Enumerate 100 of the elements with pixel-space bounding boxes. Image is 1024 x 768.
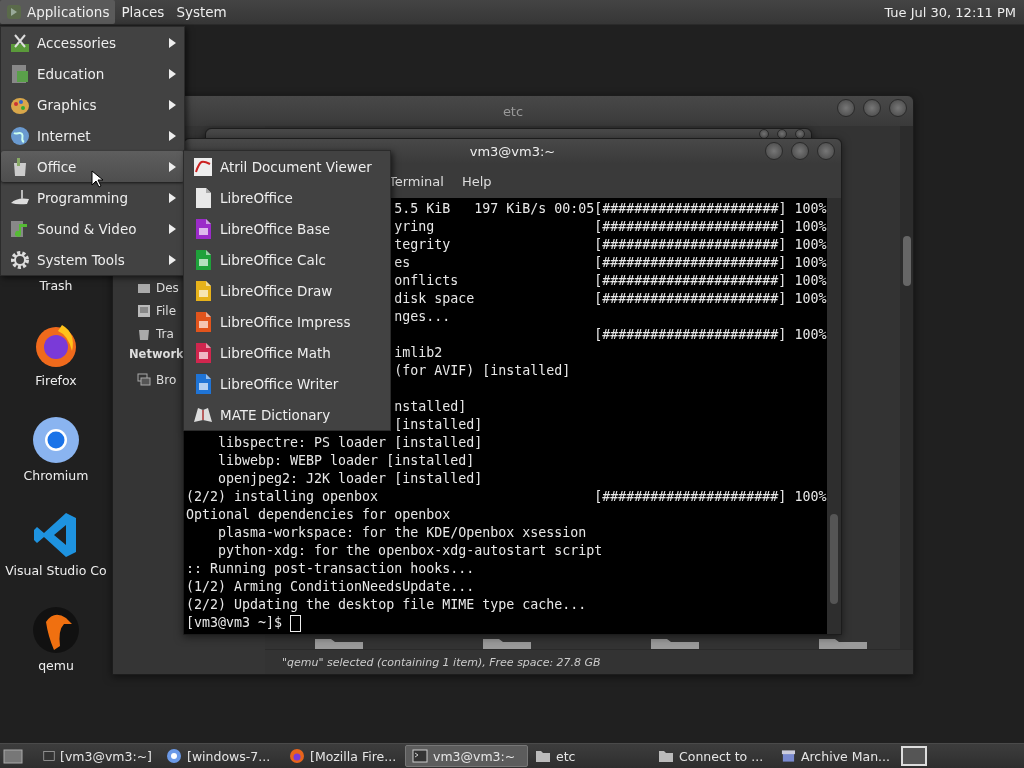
folder-icon [819, 637, 867, 649]
archive-icon [781, 748, 796, 764]
sidebar-item[interactable]: Des [137, 278, 179, 297]
menu-item[interactable]: Terminal [389, 173, 444, 189]
menu-item[interactable]: Help [461, 173, 492, 189]
desktop-icon-label[interactable]: Visual Studio Co [5, 563, 107, 606]
clock[interactable]: Tue Jul 30, 12:11 PM [876, 4, 1024, 20]
folder-icon [658, 748, 674, 764]
submenu-arrow-icon [169, 99, 176, 110]
terminal-line: :: Running post-transaction hooks... [186, 561, 475, 576]
terminal-line: (for AVIF) [installed] [394, 363, 571, 378]
menu-item[interactable]: Programming [1, 182, 184, 213]
menu-item[interactable]: LibreOffice Base [184, 213, 390, 244]
drive-icon [137, 303, 151, 318]
terminal-line: onflicts [394, 273, 459, 288]
menu-item[interactable]: Education [1, 58, 184, 89]
show-desktop-icon [2, 747, 24, 765]
terminal-line: nstalled] [394, 399, 467, 414]
folder-icon [315, 637, 363, 649]
sidebar-item[interactable]: Tra [137, 324, 174, 343]
menu-item[interactable]: MATE Dictionary [184, 399, 390, 430]
terminal-line: (1/2) Arming ConditionNeedsUpdate... [186, 579, 475, 594]
terminal-line: libspectre: PS loader [installed] [218, 435, 483, 450]
text-cursor [290, 614, 302, 632]
window-button[interactable] [863, 99, 881, 117]
submenu-arrow-icon [169, 254, 176, 265]
terminal-line: 5.5 KiB 197 KiB/s 00:05 [394, 201, 595, 216]
folder-icon [651, 637, 699, 649]
progress-text: [######################] 100% [594, 236, 827, 254]
menu-item[interactable]: Office [1, 151, 184, 182]
sidebar-heading: Network [129, 347, 184, 363]
progress-text: [######################] 100% [594, 272, 827, 290]
terminal-line: openjpeg2: J2K loader [installed] [218, 471, 483, 486]
window-title: etc [502, 103, 524, 119]
menu-item[interactable]: System Tools [1, 244, 184, 275]
taskbar-button[interactable]: [windows-7... [159, 745, 282, 767]
terminal-line: [installed] [394, 417, 483, 432]
terminal-line: nges... [394, 309, 451, 324]
taskbar-button[interactable]: Connect to ... [651, 745, 774, 767]
window-button[interactable] [889, 99, 907, 117]
desktop-icon-label[interactable]: Trash [39, 278, 73, 321]
desktop-icon-label[interactable]: qemu [38, 658, 74, 701]
progress-text: [######################] 100% [594, 488, 827, 506]
panel-menu[interactable]: Places [115, 0, 171, 24]
window-button[interactable] [765, 142, 783, 160]
desktop-icon-label[interactable]: Chromium [23, 468, 89, 511]
window-button[interactable] [817, 142, 835, 160]
window-button[interactable] [791, 142, 809, 160]
terminal-line: Optional dependencies for openbox [186, 507, 451, 522]
progress-text: [######################] 100% [594, 254, 827, 272]
gear-icon [9, 248, 31, 271]
progress-text: [######################] 100% [594, 218, 827, 236]
menu-item[interactable]: Graphics [1, 89, 184, 120]
taskbar-button[interactable]: Archive Man... [774, 745, 897, 767]
workspace-switcher[interactable] [901, 746, 927, 766]
submenu-arrow-icon [169, 223, 176, 234]
menu-item[interactable]: Sound & Video [1, 213, 184, 244]
browser-icon [289, 748, 305, 764]
menu-item[interactable]: Internet [1, 120, 184, 151]
window-title: vm3@vm3:~ [469, 144, 556, 159]
menu-item[interactable]: LibreOffice Math [184, 337, 390, 368]
progress-text: [######################] 100% [594, 326, 827, 344]
terminal-line: yring [394, 219, 435, 234]
menu-item[interactable]: LibreOffice Calc [184, 244, 390, 275]
folder-icon [535, 748, 551, 764]
menu-item[interactable]: LibreOffice Draw [184, 275, 390, 306]
menu-item[interactable]: Atril Document Viewer [184, 151, 390, 182]
mouse-cursor-icon [91, 170, 103, 188]
sidebar-item[interactable]: Bro [137, 370, 177, 389]
taskbar-button[interactable]: vm3@vm3:~ [405, 745, 528, 767]
document-icon [192, 155, 214, 178]
submenu-arrow-icon [169, 37, 176, 48]
terminal-line: imlib2 [394, 345, 443, 360]
panel-menu[interactable]: System [170, 0, 233, 24]
progress-text: [######################] 100% [594, 200, 827, 218]
terminal-line: plasma-workspace: for the KDE/Openbox xsession [218, 525, 587, 540]
menu-item[interactable]: LibreOffice Impress [184, 306, 390, 337]
browser-icon [166, 748, 182, 764]
window-button[interactable] [837, 99, 855, 117]
menu-item[interactable]: LibreOffice Writer [184, 368, 390, 399]
menu-item[interactable]: LibreOffice [184, 182, 390, 213]
terminal-line: python-xdg: for the openbox-xdg-autostart script [218, 543, 603, 558]
terminal-line: (2/2) installing openbox [186, 489, 379, 504]
sidebar-item[interactable]: File [137, 301, 177, 320]
bird-icon [32, 606, 80, 654]
desktop-icon-label[interactable]: Firefox [35, 373, 77, 416]
menu-item[interactable]: Accessories [1, 27, 184, 58]
submenu-arrow-icon [169, 161, 176, 172]
terminal-icon [43, 748, 55, 764]
panel-menu[interactable]: Applications [0, 0, 116, 24]
taskbar-button[interactable]: etc [528, 745, 651, 767]
taskbar-button[interactable]: [Mozilla Fire... [282, 745, 405, 767]
taskbar-button[interactable]: [vm3@vm3:~] [36, 745, 159, 767]
education-icon [9, 62, 31, 85]
terminal-line: tegrity [394, 237, 451, 252]
submenu-arrow-icon [169, 130, 176, 141]
globe-icon [9, 124, 31, 147]
terminal-line: disk space [394, 291, 475, 306]
terminal-line: (2/2) Updating the desktop file MIME type cache... [186, 597, 587, 612]
terminal-line: es [394, 255, 411, 270]
